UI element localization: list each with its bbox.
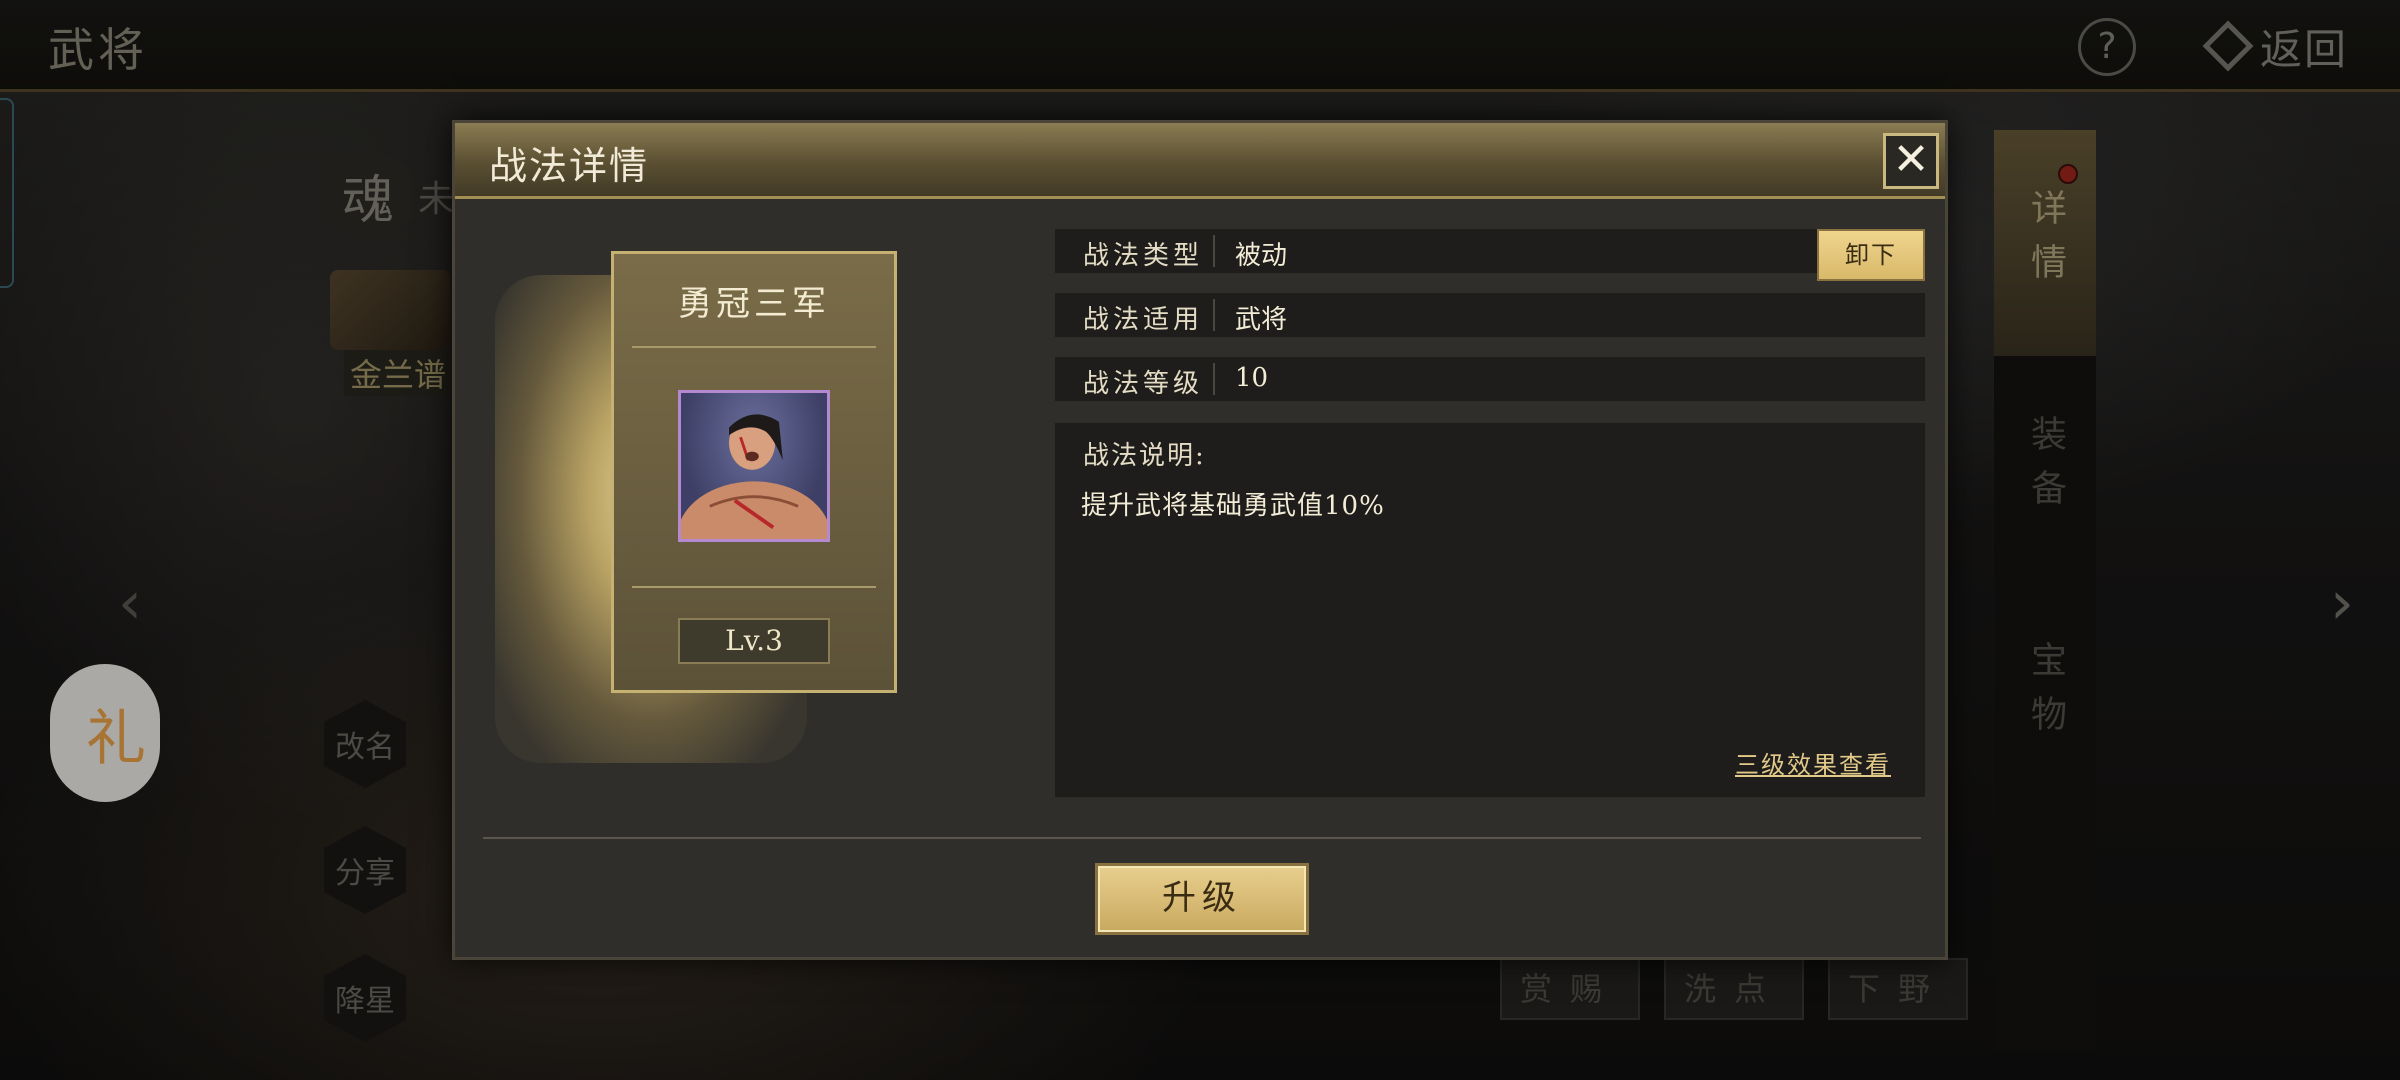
info-key: 战法等级: [1083, 369, 1204, 399]
modal-header: 战法详情 ✕: [455, 123, 1945, 199]
skill-level: Lv.3: [678, 618, 830, 664]
info-value: 被动: [1235, 241, 1288, 271]
info-value: 武将: [1235, 305, 1288, 335]
info-separator: [1213, 363, 1215, 395]
info-key: 战法类型: [1083, 241, 1204, 271]
info-key: 战法适用: [1083, 305, 1204, 335]
upgrade-button[interactable]: 升级: [1095, 863, 1309, 935]
modal-divider: [483, 837, 1921, 839]
info-row-applicable: 战法适用 武将: [1055, 293, 1925, 337]
info-row-type: 战法类型 被动: [1055, 229, 1925, 273]
skill-detail-modal: 战法详情 ✕ 勇冠三军 Lv.3 战法类型 被动 卸下 战法适用 武将 战法等级…: [452, 120, 1948, 960]
unequip-button[interactable]: 卸下: [1817, 229, 1925, 281]
description-text: 提升武将基础勇武值10%: [1081, 491, 1385, 521]
description-box: 战法说明: 提升武将基础勇武值10% 三级效果查看: [1055, 423, 1925, 797]
skill-card: 勇冠三军 Lv.3: [611, 251, 897, 693]
info-value: 10: [1235, 363, 1269, 393]
info-row-level: 战法等级 10: [1055, 357, 1925, 401]
info-separator: [1213, 299, 1215, 331]
info-separator: [1213, 235, 1215, 267]
card-divider: [632, 586, 876, 588]
description-title: 战法说明:: [1083, 441, 1206, 471]
warrior-portrait-icon: [678, 390, 830, 542]
tier3-effect-link[interactable]: 三级效果查看: [1735, 745, 1891, 780]
modal-title: 战法详情: [489, 144, 650, 188]
close-button[interactable]: ✕: [1883, 133, 1939, 189]
card-divider: [632, 346, 876, 348]
skill-name: 勇冠三军: [678, 284, 830, 324]
